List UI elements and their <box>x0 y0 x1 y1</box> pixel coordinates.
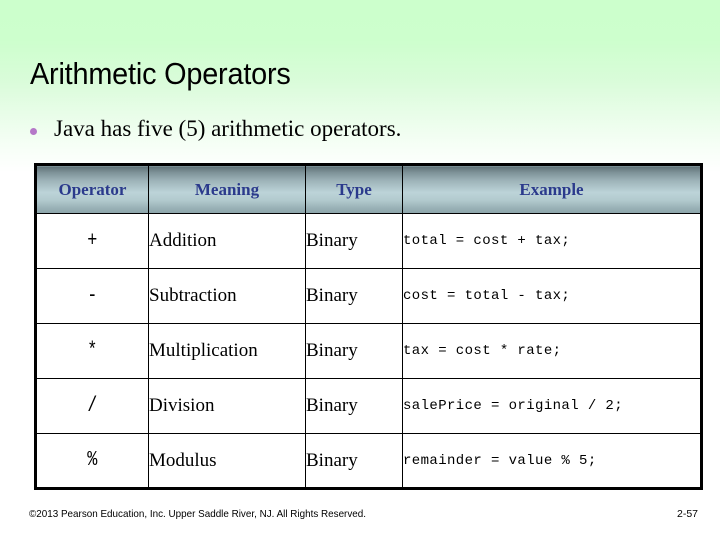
table-row: * Multiplication Binary tax = cost * rat… <box>35 323 702 379</box>
table-row: - Subtraction Binary cost = total - tax; <box>35 268 702 324</box>
page-title: Arithmetic Operators <box>30 56 291 91</box>
cell-example: salePrice = original / 2; <box>402 378 702 434</box>
operator-symbol: / <box>87 394 98 418</box>
bullet-list-item: Java has five (5) arithmetic operators. <box>30 115 401 144</box>
bullet-item-label: Java has five (5) arithmetic operators. <box>54 116 402 141</box>
cell-example: total = cost + tax; <box>402 213 702 269</box>
cell-type: Binary <box>305 378 403 434</box>
table-row: + Addition Binary total = cost + tax; <box>35 213 702 269</box>
cell-example: remainder = value % 5; <box>402 433 702 489</box>
cell-operator: / <box>35 378 149 434</box>
slide-canvas: Arithmetic Operators Java has five (5) a… <box>0 0 720 540</box>
cell-operator: - <box>35 268 149 324</box>
cell-type: Binary <box>305 213 403 269</box>
table-header: Operator Meaning Type Example <box>35 164 702 214</box>
table-header-row: Operator Meaning Type Example <box>35 164 702 214</box>
operator-symbol: % <box>87 449 98 472</box>
table-row: % Modulus Binary remainder = value % 5; <box>35 433 702 489</box>
footer-page-number: 2-57 <box>676 508 698 520</box>
cell-meaning: Modulus <box>148 433 306 489</box>
cell-type: Binary <box>305 433 403 489</box>
cell-example: tax = cost * rate; <box>402 323 702 379</box>
bullet-dot-icon <box>30 128 37 135</box>
arithmetic-operators-table: Operator Meaning Type Example + Addition… <box>34 163 703 490</box>
column-header-operator: Operator <box>35 164 149 214</box>
footer-copyright: ©2013 Pearson Education, Inc. Upper Sadd… <box>29 508 367 520</box>
cell-meaning: Division <box>148 378 306 434</box>
cell-type: Binary <box>305 268 403 324</box>
cell-meaning: Addition <box>148 213 306 269</box>
cell-meaning: Subtraction <box>148 268 306 324</box>
column-header-type: Type <box>305 164 403 214</box>
operator-symbol: - <box>87 284 98 308</box>
table-body: + Addition Binary total = cost + tax; - … <box>35 213 702 489</box>
cell-operator: + <box>35 213 149 269</box>
table-row: / Division Binary salePrice = original /… <box>35 378 702 434</box>
cell-meaning: Multiplication <box>148 323 306 379</box>
cell-operator: % <box>35 433 149 489</box>
operator-symbol: * <box>87 339 98 363</box>
cell-example: cost = total - tax; <box>402 268 702 324</box>
cell-type: Binary <box>305 323 403 379</box>
column-header-example: Example <box>402 164 702 214</box>
cell-operator: * <box>35 323 149 379</box>
operator-symbol: + <box>87 229 98 253</box>
column-header-meaning: Meaning <box>148 164 306 214</box>
